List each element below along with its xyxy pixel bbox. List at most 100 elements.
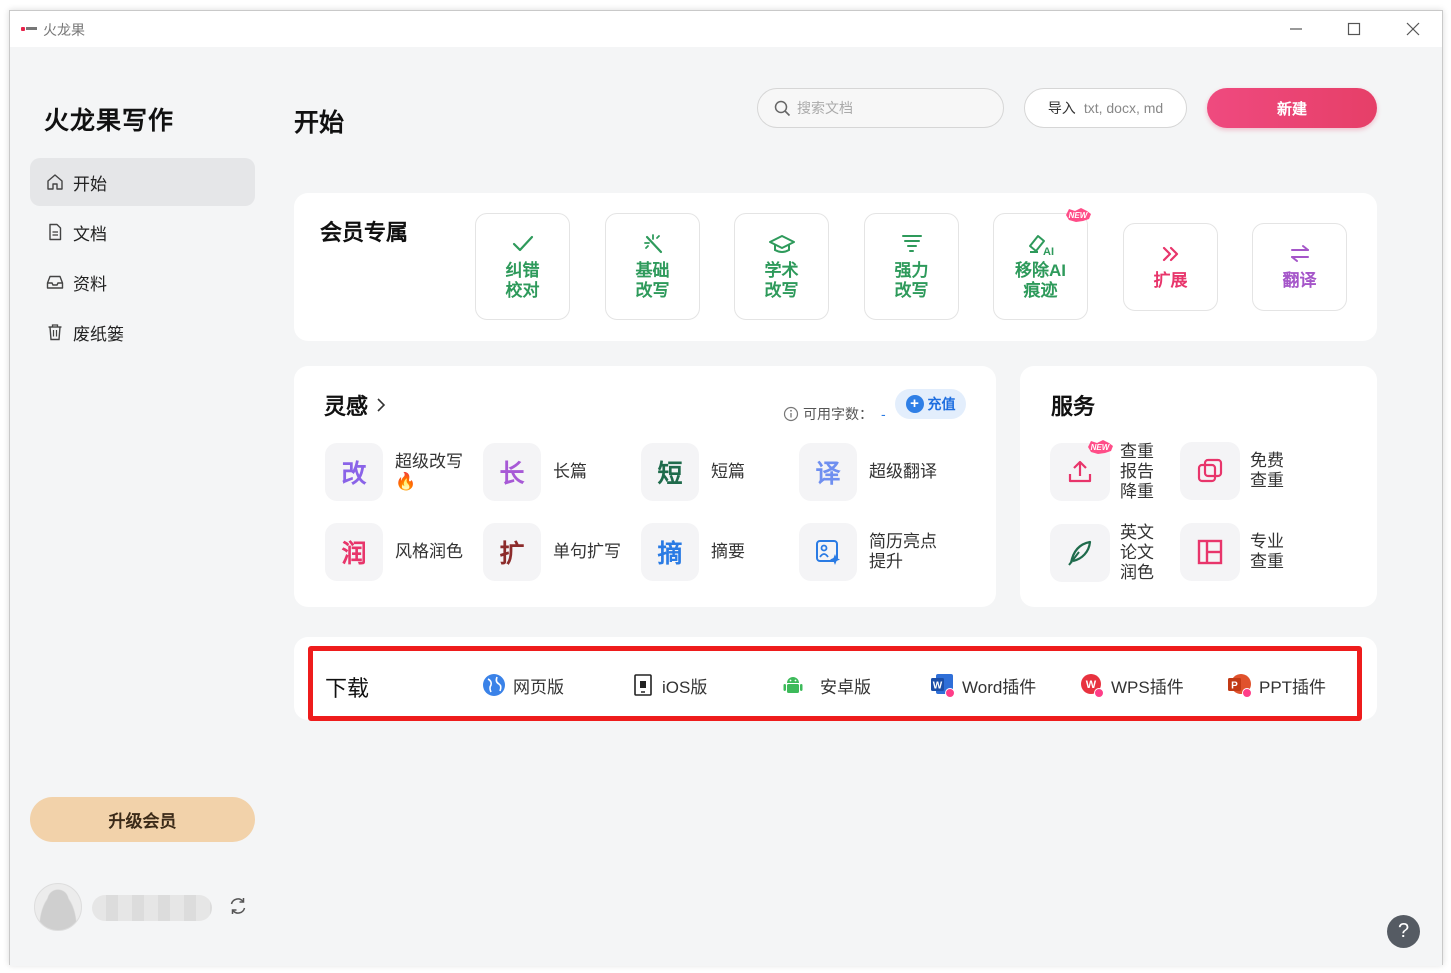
download-android[interactable]: 安卓版 bbox=[780, 672, 871, 698]
quota-value: - bbox=[881, 406, 886, 422]
tool-academic-rewrite[interactable]: 学术改写 bbox=[734, 213, 829, 320]
inspiration-item-summary[interactable]: 摘 摘要 bbox=[641, 523, 789, 581]
service-item-label: 免费查重 bbox=[1250, 451, 1284, 490]
new-badge-icon: NEW bbox=[1066, 208, 1091, 222]
long-glyph-icon: 长 bbox=[483, 443, 541, 501]
expand-glyph-icon: 扩 bbox=[483, 523, 541, 581]
inspiration-item-short[interactable]: 短 短篇 bbox=[641, 443, 789, 501]
main-content: 火龙果写作 开始 文档 资料 废纸篓 升级会员 开始 导入 txt, d bbox=[10, 47, 1442, 966]
tool-label: 强力改写 bbox=[894, 260, 929, 300]
tool-proofread[interactable]: 纠错校对 bbox=[475, 213, 570, 320]
check-icon bbox=[512, 235, 533, 251]
inbox-icon bbox=[46, 275, 64, 289]
magic-wand-icon bbox=[643, 233, 662, 253]
polish-glyph-icon: 润 bbox=[325, 523, 383, 581]
home-icon bbox=[47, 174, 63, 190]
quill-pen-icon bbox=[1050, 524, 1110, 582]
tool-label: 翻译 bbox=[1282, 271, 1317, 290]
sidebar-item-label: 资料 bbox=[73, 274, 107, 294]
summary-glyph-icon: 摘 bbox=[641, 523, 699, 581]
close-button[interactable] bbox=[1401, 17, 1425, 41]
sidebar-item-trash[interactable]: 废纸篓 bbox=[30, 308, 255, 356]
services-title: 服务 bbox=[1051, 394, 1096, 419]
phone-icon bbox=[630, 672, 656, 698]
tool-basic-rewrite[interactable]: 基础改写 bbox=[605, 213, 700, 320]
service-item-label: 查重报告降重 bbox=[1120, 442, 1154, 501]
app-logo-icon bbox=[21, 26, 37, 32]
download-wps-plugin[interactable]: W WPS插件 bbox=[1079, 672, 1184, 698]
search-input[interactable] bbox=[797, 100, 987, 116]
new-document-button[interactable]: 新建 bbox=[1207, 88, 1377, 128]
quota-label: 可用字数： bbox=[803, 406, 873, 422]
username-blurred bbox=[92, 895, 212, 921]
plus-icon: + bbox=[905, 395, 924, 413]
search-box[interactable] bbox=[757, 88, 1004, 128]
inspiration-item-label: 简历亮点提升 bbox=[869, 532, 937, 571]
download-item-label: iOS版 bbox=[662, 677, 708, 697]
inspiration-title-text: 灵感 bbox=[324, 394, 369, 419]
download-item-label: WPS插件 bbox=[1111, 677, 1184, 697]
import-button[interactable]: 导入 txt, docx, md bbox=[1024, 88, 1187, 128]
translate-glyph-icon: 译 bbox=[799, 443, 857, 501]
powerpoint-icon: P bbox=[1227, 672, 1253, 698]
recharge-button[interactable]: + 充值 bbox=[895, 389, 966, 419]
inspiration-item-resume-highlight[interactable]: 简历亮点提升 bbox=[799, 523, 947, 581]
maximize-button[interactable] bbox=[1342, 17, 1366, 41]
tool-label: 纠错校对 bbox=[505, 260, 540, 300]
inspiration-item-label: 短篇 bbox=[711, 462, 745, 481]
service-item-professional-check[interactable]: 专业查重 bbox=[1180, 523, 1290, 581]
tool-translate[interactable]: 翻译 bbox=[1252, 223, 1347, 311]
tool-label: 扩展 bbox=[1153, 271, 1188, 290]
help-button[interactable]: ? bbox=[1387, 915, 1420, 948]
inspiration-title[interactable]: 灵感 bbox=[324, 389, 388, 421]
swap-arrows-icon bbox=[1290, 245, 1309, 262]
inspiration-item-super-translate[interactable]: 译 超级翻译 bbox=[799, 443, 947, 501]
tool-remove-ai-traces[interactable]: AI 移除AI痕迹 bbox=[993, 213, 1088, 320]
layout-grid-icon bbox=[1180, 523, 1240, 581]
inspiration-item-super-rewrite[interactable]: 改 超级改写 🔥 bbox=[325, 443, 473, 501]
download-item-label: 安卓版 bbox=[820, 677, 871, 697]
title-bar: 火龙果 bbox=[10, 11, 1442, 47]
sidebar-item-materials[interactable]: 资料 bbox=[30, 258, 255, 306]
brand-logo: 火龙果写作 bbox=[44, 107, 175, 135]
globe-icon bbox=[481, 672, 507, 698]
sidebar-item-label: 开始 bbox=[73, 174, 107, 194]
inspiration-item-style-polish[interactable]: 润 风格润色 bbox=[325, 523, 473, 581]
avatar[interactable] bbox=[34, 883, 82, 931]
trash-icon bbox=[48, 324, 62, 341]
inspiration-item-label: 摘要 bbox=[711, 542, 745, 561]
word-icon: W bbox=[930, 672, 956, 698]
download-web[interactable]: 网页版 bbox=[481, 672, 564, 698]
fire-icon: 🔥 bbox=[395, 472, 417, 491]
tornado-icon bbox=[901, 234, 922, 252]
inspiration-item-sentence-expand[interactable]: 扩 单句扩写 bbox=[483, 523, 631, 581]
svg-text:AI: AI bbox=[1043, 246, 1054, 256]
minimize-button[interactable] bbox=[1284, 17, 1308, 41]
service-item-free-check[interactable]: 免费查重 bbox=[1180, 442, 1290, 500]
download-ppt-plugin[interactable]: P PPT插件 bbox=[1227, 672, 1326, 698]
tool-expand[interactable]: 扩展 bbox=[1123, 223, 1218, 311]
inspiration-item-label: 风格润色 bbox=[395, 542, 463, 561]
inspiration-item-text: 超级改写 bbox=[395, 452, 463, 471]
page-title: 开始 bbox=[294, 109, 345, 137]
tool-strong-rewrite[interactable]: 强力改写 bbox=[864, 213, 959, 320]
short-glyph-icon: 短 bbox=[641, 443, 699, 501]
inspiration-item-label: 长篇 bbox=[553, 462, 587, 481]
window-title: 火龙果 bbox=[43, 22, 85, 38]
import-label: 导入 bbox=[1047, 100, 1076, 116]
tool-label: 基础改写 bbox=[635, 260, 670, 300]
sync-icon[interactable] bbox=[228, 896, 248, 916]
rewrite-glyph-icon: 改 bbox=[325, 443, 383, 501]
service-item-english-polish[interactable]: 英文论文润色 bbox=[1050, 523, 1160, 583]
sidebar-item-start[interactable]: 开始 bbox=[30, 158, 255, 206]
chevron-right-icon bbox=[377, 398, 386, 412]
sidebar-item-label: 文档 bbox=[73, 224, 107, 244]
download-word-plugin[interactable]: W Word插件 bbox=[930, 672, 1036, 698]
svg-text:W: W bbox=[1086, 679, 1097, 691]
graduation-cap-icon bbox=[768, 234, 795, 253]
upgrade-membership-button[interactable]: 升级会员 bbox=[30, 797, 255, 842]
svg-text:NEW: NEW bbox=[1091, 443, 1111, 452]
download-ios[interactable]: iOS版 bbox=[630, 672, 707, 698]
inspiration-item-long[interactable]: 长 长篇 bbox=[483, 443, 631, 501]
sidebar-item-documents[interactable]: 文档 bbox=[30, 208, 255, 256]
